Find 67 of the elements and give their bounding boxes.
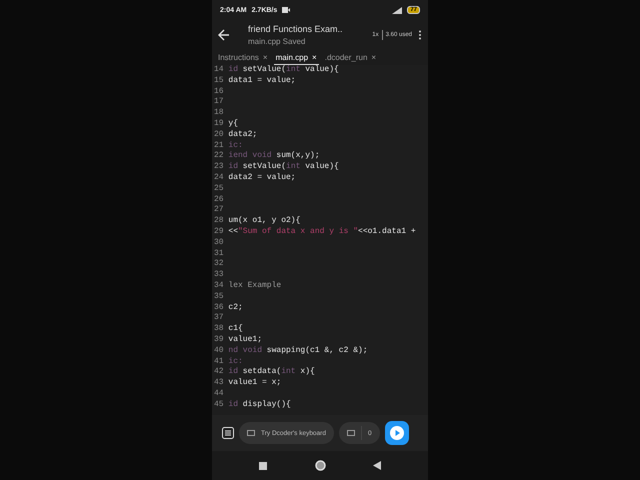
code-line: value1; xyxy=(228,334,262,346)
line-number: 30 xyxy=(214,238,225,249)
line-number: 17 xyxy=(214,97,225,108)
line-number: 44 xyxy=(214,388,225,400)
code-line: data2; xyxy=(228,130,258,141)
back-arrow-icon[interactable] xyxy=(218,29,230,41)
save-status: main.cpp Saved xyxy=(248,37,306,46)
comment-icon xyxy=(346,430,355,436)
line-number: 34 xyxy=(214,280,225,292)
code-line: value1 = x; xyxy=(228,378,282,389)
line-number: 18 xyxy=(214,108,225,119)
code-line: ic: xyxy=(228,140,243,151)
line-number: 39 xyxy=(214,334,225,346)
line-number: 25 xyxy=(214,184,225,195)
code-line: um(x o1, y o2){ xyxy=(228,216,300,227)
code-line: lex Example xyxy=(228,280,282,292)
back-icon[interactable] xyxy=(372,461,381,470)
line-number: 45 xyxy=(214,400,225,410)
line-number: 37 xyxy=(214,313,225,324)
home-icon[interactable] xyxy=(314,460,326,471)
line-number: 33 xyxy=(214,270,225,281)
line-number: 36 xyxy=(214,302,225,314)
line-number: 20 xyxy=(214,130,225,141)
line-number: 26 xyxy=(214,194,225,206)
video-icon xyxy=(282,7,290,13)
code-line: data1 = value; xyxy=(228,76,296,87)
line-number: 43 xyxy=(214,378,225,389)
code-line: data2 = value; xyxy=(228,172,296,184)
more-menu-icon[interactable] xyxy=(418,30,422,40)
code-line: y{ xyxy=(228,118,238,130)
file-tab[interactable]: .dcoder_run × xyxy=(322,53,378,65)
line-number: 35 xyxy=(214,292,225,303)
line-number: 22 xyxy=(214,151,225,162)
line-number: 41 xyxy=(214,356,225,368)
code-line: id setValue(int value){ xyxy=(228,162,339,173)
keyboard-icon xyxy=(247,430,255,436)
code-line: iend void sum(x,y); xyxy=(228,151,320,162)
line-number: 28 xyxy=(214,216,225,227)
code-line: id setdata(int x){ xyxy=(228,367,315,378)
line-number: 14 xyxy=(214,65,225,76)
file-tab[interactable]: Instructions × xyxy=(216,53,270,65)
code-line: <<"Sum of data x and y is "<<o1.data1 + xyxy=(228,226,416,238)
code-line: ic: xyxy=(228,356,243,367)
line-number: 31 xyxy=(214,248,225,260)
code-line: nd void swapping(c1 &, c2 &); xyxy=(228,346,368,357)
play-icon xyxy=(390,426,404,440)
code-line: id setValue(int value){ xyxy=(228,65,339,76)
line-number: 19 xyxy=(214,118,225,130)
code-line: c2; xyxy=(228,302,243,314)
line-number: 23 xyxy=(214,162,225,173)
line-number: 42 xyxy=(214,367,225,378)
line-number: 38 xyxy=(214,324,225,335)
run-button[interactable] xyxy=(384,421,409,445)
list-icon[interactable] xyxy=(222,427,234,439)
line-number: 29 xyxy=(214,226,225,238)
line-number: 24 xyxy=(214,172,225,184)
line-number: 40 xyxy=(214,346,225,357)
recents-icon[interactable] xyxy=(259,462,268,470)
code-line: id display(){ xyxy=(228,400,291,410)
file-title: friend Functions Exam.. xyxy=(248,24,344,34)
line-number: 21 xyxy=(214,140,225,152)
signal-icon xyxy=(392,6,402,14)
code-line: c1{ xyxy=(228,324,243,335)
line-number: 16 xyxy=(214,86,225,98)
line-number: 27 xyxy=(214,205,225,216)
line-number: 32 xyxy=(214,259,225,270)
line-number: 15 xyxy=(214,76,225,87)
